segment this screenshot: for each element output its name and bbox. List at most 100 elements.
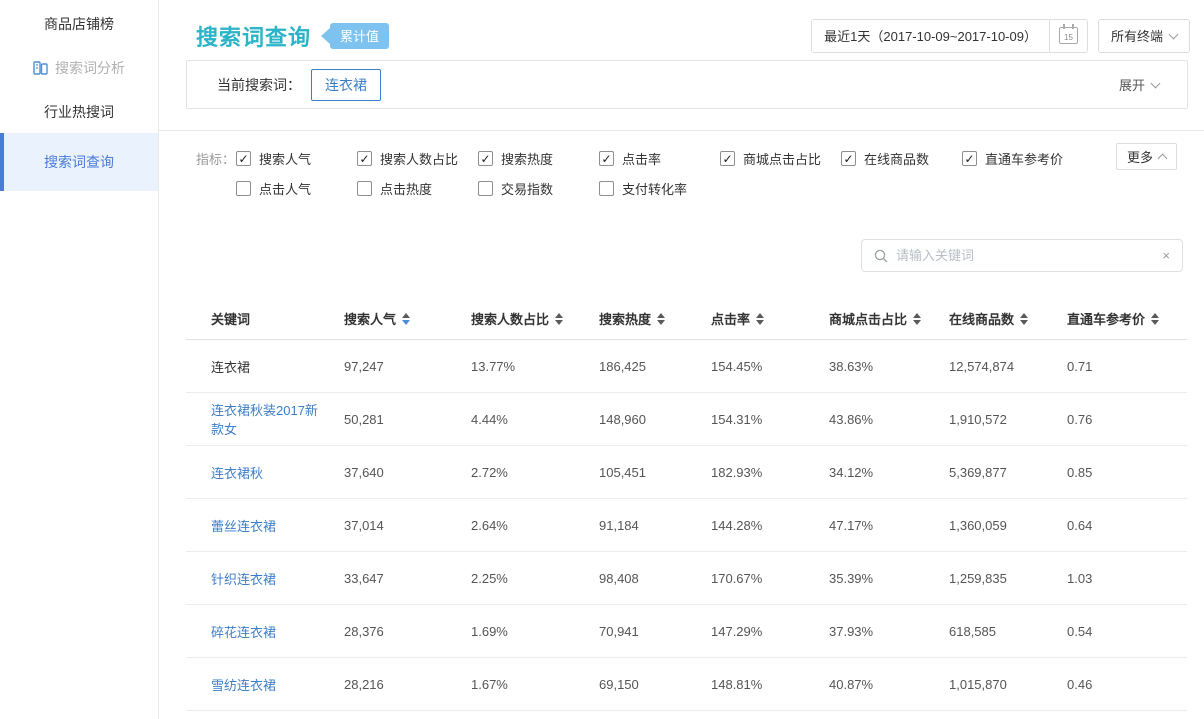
keyword-cell[interactable]: 雪纺连衣裙 xyxy=(186,658,319,710)
sidebar-item-3[interactable]: 行业热搜词 xyxy=(0,91,158,133)
value-cell: 1.03 xyxy=(1042,552,1187,604)
value-cell: 4.44% xyxy=(446,393,574,445)
indicator-checkbox-交易指数[interactable]: 交易指数 xyxy=(478,179,599,198)
column-header-label: 直通车参考价 xyxy=(1067,309,1145,328)
indicator-section-label: 指标： xyxy=(196,149,236,168)
unchecked-checkbox-icon[interactable] xyxy=(599,181,614,196)
value-cell: 1.69% xyxy=(446,605,574,657)
keyword-cell[interactable]: 针织连衣裙 xyxy=(186,552,319,604)
sort-arrows-icon[interactable] xyxy=(402,313,410,325)
more-indicators-button[interactable]: 更多 xyxy=(1116,143,1177,170)
column-header-搜索热度[interactable]: 搜索热度 xyxy=(574,298,686,339)
indicator-row-2: 点击人气点击热度 交易指数 支付转化率 xyxy=(196,179,1188,198)
sort-desc-icon xyxy=(1151,320,1159,325)
keyword-cell[interactable]: 蕾丝连衣裙 xyxy=(186,499,319,551)
unchecked-checkbox-icon[interactable] xyxy=(478,181,493,196)
sidebar-item-4[interactable]: 搜索词查询 xyxy=(0,133,158,191)
column-header-直通车参考价[interactable]: 直通车参考价 xyxy=(1042,298,1187,339)
checked-checkbox-icon[interactable]: ✓ xyxy=(841,151,856,166)
sort-desc-icon xyxy=(657,320,665,325)
sort-arrows-icon[interactable] xyxy=(657,313,665,325)
value-cell: 47.17% xyxy=(804,499,924,551)
sidebar-item-label: 搜索词分析 xyxy=(55,58,125,78)
keyword-table: 关键词搜索人气 搜索人数占比 搜索热度 点击率 商城点击占比在线商品数 直通车参考价 连衣… xyxy=(186,298,1187,711)
column-header-搜索人数占比[interactable]: 搜索人数占比 xyxy=(446,298,574,339)
sort-arrows-icon[interactable] xyxy=(1020,313,1028,325)
column-header-点击率[interactable]: 点击率 xyxy=(686,298,804,339)
value-cell: 148,960 xyxy=(574,393,686,445)
value-cell: 2.72% xyxy=(446,446,574,498)
keyword-cell[interactable]: 连衣裙秋 xyxy=(186,446,319,498)
value-cell: 1,910,572 xyxy=(924,393,1042,445)
value-cell: 37,640 xyxy=(319,446,446,498)
value-cell: 70,941 xyxy=(574,605,686,657)
checked-checkbox-icon[interactable]: ✓ xyxy=(962,151,977,166)
sort-desc-icon xyxy=(756,320,764,325)
page-header: 搜索词查询 累计值 最近1天（2017-10-09~2017-10-09） 15… xyxy=(159,0,1204,58)
page-title: 搜索词查询 xyxy=(196,20,311,52)
value-cell: 2.25% xyxy=(446,552,574,604)
unchecked-checkbox-icon[interactable] xyxy=(357,181,372,196)
value-cell: 182.93% xyxy=(686,446,804,498)
indicator-label: 支付转化率 xyxy=(622,179,687,198)
column-header-label: 搜索人数占比 xyxy=(471,309,549,328)
indicator-section: 指标： ✓搜索人气✓搜索人数占比✓搜索热度✓点击率✓商城点击占比✓在线商品数✓直… xyxy=(159,131,1204,198)
sort-desc-icon xyxy=(913,320,921,325)
calendar-button[interactable]: 15 xyxy=(1049,20,1087,52)
sidebar-item-2[interactable]: 搜索词分析 xyxy=(0,45,158,91)
checked-checkbox-icon[interactable]: ✓ xyxy=(599,151,614,166)
current-term-chip[interactable]: 连衣裙 xyxy=(311,69,381,101)
sort-arrows-icon[interactable] xyxy=(1151,313,1159,325)
table-row: 针织连衣裙33,6472.25%98,408170.67%35.39%1,259… xyxy=(186,552,1187,605)
indicator-checkbox-搜索热度[interactable]: ✓搜索热度 xyxy=(478,149,599,168)
indicator-checkbox-点击率[interactable]: ✓ 点击率 xyxy=(599,149,720,168)
value-cell: 618,585 xyxy=(924,605,1042,657)
indicator-label: 搜索人气 xyxy=(259,149,311,168)
value-cell: 50,281 xyxy=(319,393,446,445)
indicator-checkbox-商城点击占比[interactable]: ✓商城点击占比 xyxy=(720,149,841,168)
column-header-商城点击占比[interactable]: 商城点击占比 xyxy=(804,298,924,339)
sidebar-item-1[interactable]: 商品店铺榜 xyxy=(0,3,158,45)
value-cell: 37,014 xyxy=(319,499,446,551)
sort-asc-icon xyxy=(913,313,921,318)
indicator-row-1: 指标： ✓搜索人气✓搜索人数占比✓搜索热度✓点击率✓商城点击占比✓在线商品数✓直… xyxy=(196,149,1188,168)
indicator-checkbox-搜索人数占比[interactable]: ✓搜索人数占比 xyxy=(357,149,478,168)
calendar-icon: 15 xyxy=(1059,27,1078,44)
sort-arrows-icon[interactable] xyxy=(555,313,563,325)
value-cell: 5,369,877 xyxy=(924,446,1042,498)
indicator-checkbox-点击热度[interactable]: 点击热度 xyxy=(357,179,478,198)
indicator-checkbox-直通车参考价[interactable]: ✓直通车参考价 xyxy=(962,149,1083,168)
clear-search-icon[interactable]: × xyxy=(1162,248,1170,263)
value-cell: 148.81% xyxy=(686,658,804,710)
expand-toggle[interactable]: 展开 xyxy=(1119,75,1159,94)
column-header-关键词: 关键词 xyxy=(186,298,319,339)
indicator-checkbox-搜索人气[interactable]: ✓ 搜索人气 xyxy=(236,149,357,168)
column-header-label: 点击率 xyxy=(711,309,750,328)
sort-arrows-icon[interactable] xyxy=(756,313,764,325)
checked-checkbox-icon[interactable]: ✓ xyxy=(236,151,251,166)
value-cell: 0.54 xyxy=(1042,605,1187,657)
checked-checkbox-icon[interactable]: ✓ xyxy=(357,151,372,166)
date-range-group: 最近1天（2017-10-09~2017-10-09） 15 xyxy=(811,19,1088,53)
keyword-cell[interactable]: 连衣裙秋装2017新款女 xyxy=(186,393,319,445)
terminal-filter-dropdown[interactable]: 所有终端 xyxy=(1098,19,1190,53)
column-header-在线商品数[interactable]: 在线商品数 xyxy=(924,298,1042,339)
unchecked-checkbox-icon[interactable] xyxy=(236,181,251,196)
ledger-icon xyxy=(33,61,48,75)
keyword-search-input[interactable] xyxy=(896,248,1154,263)
sort-arrows-icon[interactable] xyxy=(913,313,921,325)
date-range-button[interactable]: 最近1天（2017-10-09~2017-10-09） xyxy=(812,20,1049,52)
keyword-cell[interactable]: 碎花连衣裙 xyxy=(186,605,319,657)
main-panel: 搜索词查询 累计值 最近1天（2017-10-09~2017-10-09） 15… xyxy=(159,0,1204,719)
sidebar-menu: 商品店铺榜搜索词分析行业热搜词搜索词查询 xyxy=(0,3,158,191)
checked-checkbox-icon[interactable]: ✓ xyxy=(478,151,493,166)
indicator-label: 交易指数 xyxy=(501,179,553,198)
column-header-搜索人气[interactable]: 搜索人气 xyxy=(319,298,446,339)
indicator-checkbox-点击人气[interactable]: 点击人气 xyxy=(236,179,357,198)
value-cell: 91,184 xyxy=(574,499,686,551)
indicator-checkbox-在线商品数[interactable]: ✓在线商品数 xyxy=(841,149,962,168)
chevron-down-icon xyxy=(1169,29,1179,39)
checked-checkbox-icon[interactable]: ✓ xyxy=(720,151,735,166)
indicator-checkbox-支付转化率[interactable]: 支付转化率 xyxy=(599,179,720,198)
indicator-label: 点击率 xyxy=(622,149,661,168)
